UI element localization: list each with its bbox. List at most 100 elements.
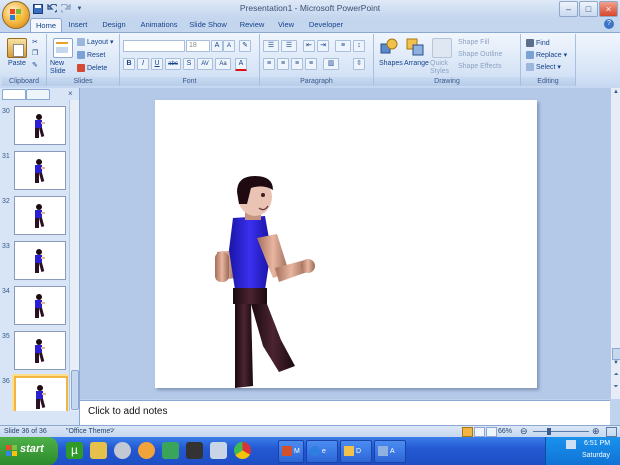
underline-button[interactable]: U bbox=[151, 58, 163, 70]
shadow-button[interactable]: S bbox=[183, 58, 195, 70]
close-button[interactable]: × bbox=[599, 1, 618, 17]
slide-thumbnail[interactable] bbox=[14, 376, 68, 411]
notes-pane[interactable]: Click to add notes bbox=[80, 400, 610, 425]
scroll-thumb[interactable] bbox=[71, 370, 79, 410]
messenger-icon[interactable] bbox=[138, 442, 155, 459]
tab-view[interactable]: View bbox=[274, 18, 298, 31]
tab-review[interactable]: Review bbox=[238, 18, 266, 31]
reset-button[interactable]: Reset bbox=[77, 51, 105, 59]
slide-thumbnail[interactable] bbox=[14, 331, 66, 370]
zoom-slider-handle[interactable] bbox=[547, 428, 551, 435]
justify-button[interactable]: ≡ bbox=[305, 58, 317, 70]
editor-scrollbar[interactable]: ▲ ▼ ⏶ ⏷ bbox=[610, 88, 620, 399]
slide-thumbnail[interactable] bbox=[14, 151, 66, 190]
slide-thumbnail[interactable] bbox=[14, 106, 66, 145]
paste-button[interactable]: Paste bbox=[8, 60, 26, 67]
zoom-slider[interactable] bbox=[533, 428, 589, 435]
tab-slide-show[interactable]: Slide Show bbox=[188, 18, 228, 31]
align-right-button[interactable]: ≡ bbox=[291, 58, 303, 70]
arrange-icon[interactable] bbox=[406, 38, 424, 56]
next-slide-icon[interactable]: ⏷ bbox=[612, 384, 620, 392]
slide-thumbnail[interactable] bbox=[14, 196, 66, 235]
shape-fill-button[interactable]: Shape Fill bbox=[458, 39, 489, 46]
network-tray-icon[interactable] bbox=[566, 440, 576, 449]
layout-button[interactable]: Layout ▾ bbox=[77, 38, 114, 47]
tab-animations[interactable]: Animations bbox=[138, 18, 180, 31]
pencil-icon[interactable] bbox=[90, 442, 107, 459]
tab-outline-pane[interactable] bbox=[26, 89, 50, 100]
align-text-button[interactable]: ⇳ bbox=[353, 58, 365, 70]
shapes-button[interactable]: Shapes bbox=[379, 60, 403, 67]
fit-to-window-icon[interactable] bbox=[606, 427, 617, 437]
zoom-in-icon[interactable]: ⊕ bbox=[592, 426, 600, 437]
numbering-button[interactable]: ☰ bbox=[281, 40, 297, 52]
bullets-button[interactable]: ☰ bbox=[263, 40, 279, 52]
grow-font-button[interactable]: A bbox=[211, 40, 223, 52]
char-spacing-button[interactable]: AV bbox=[197, 58, 213, 70]
previous-slide-icon[interactable]: ⏶ bbox=[612, 372, 620, 380]
paste-icon[interactable] bbox=[7, 38, 27, 58]
change-case-button[interactable]: Aa bbox=[215, 58, 231, 70]
bold-button[interactable]: B bbox=[123, 58, 135, 70]
maximize-button[interactable]: □ bbox=[579, 1, 598, 17]
taskbar-task-ie[interactable]: e bbox=[306, 440, 338, 463]
grid-icon[interactable] bbox=[210, 442, 227, 459]
format-painter-icon[interactable]: ✎ bbox=[32, 61, 38, 69]
zoom-level[interactable]: 66% bbox=[498, 428, 512, 435]
tab-design[interactable]: Design bbox=[100, 18, 128, 31]
increase-indent-button[interactable]: ⇥ bbox=[317, 40, 329, 52]
strikethrough-button[interactable]: abc bbox=[165, 58, 181, 70]
chrome-icon[interactable] bbox=[234, 442, 251, 459]
text-direction-button[interactable]: ↕ bbox=[353, 40, 365, 52]
normal-view-icon[interactable] bbox=[462, 427, 473, 437]
columns-button[interactable]: ▥ bbox=[323, 58, 339, 70]
quick-styles-button[interactable]: Quick Styles bbox=[430, 60, 452, 76]
start-button[interactable]: start bbox=[0, 437, 58, 465]
help-icon[interactable]: ? bbox=[604, 19, 614, 29]
scroll-thumb[interactable] bbox=[612, 348, 620, 360]
spellcheck-icon[interactable]: ✓ bbox=[110, 427, 116, 435]
new-slide-button[interactable]: New Slide bbox=[50, 60, 74, 76]
zoom-out-icon[interactable]: ⊖ bbox=[520, 426, 528, 437]
slide-thumbnail[interactable] bbox=[14, 286, 66, 325]
taskbar-task-powerpoint[interactable]: M bbox=[278, 440, 304, 463]
slide-thumbnail[interactable] bbox=[14, 241, 66, 280]
current-slide[interactable] bbox=[155, 100, 537, 388]
tab-home[interactable]: Home bbox=[30, 18, 62, 32]
media-icon[interactable] bbox=[114, 442, 131, 459]
clock-time[interactable]: 6:51 PM bbox=[584, 440, 610, 447]
delete-button[interactable]: Delete bbox=[77, 64, 107, 72]
quick-styles-icon[interactable] bbox=[432, 38, 452, 58]
font-color-button[interactable]: A bbox=[235, 58, 247, 71]
shapes-icon[interactable] bbox=[380, 38, 398, 56]
network-icon[interactable] bbox=[162, 442, 179, 459]
close-pane-icon[interactable]: × bbox=[68, 89, 73, 98]
italic-button[interactable]: I bbox=[137, 58, 149, 70]
replace-button[interactable]: Replace ▾ bbox=[526, 51, 567, 60]
scroll-up-icon[interactable]: ▲ bbox=[612, 89, 620, 97]
utorrent-icon[interactable]: µ bbox=[66, 442, 83, 459]
font-size-field[interactable]: 18 bbox=[186, 40, 210, 52]
slide-show-icon[interactable] bbox=[486, 427, 497, 437]
shape-outline-button[interactable]: Shape Outline bbox=[458, 51, 502, 58]
copy-icon[interactable]: ❐ bbox=[32, 49, 38, 57]
tab-slides-pane[interactable] bbox=[2, 89, 26, 100]
scroll-down-icon[interactable]: ▼ bbox=[612, 360, 620, 368]
thumbnail-scrollbar[interactable] bbox=[69, 100, 79, 411]
arrange-button[interactable]: Arrange bbox=[404, 60, 429, 67]
tab-insert[interactable]: Insert bbox=[64, 18, 92, 31]
line-spacing-button[interactable]: ≡ bbox=[335, 40, 351, 52]
office-button[interactable] bbox=[2, 1, 30, 29]
shrink-font-button[interactable]: A bbox=[223, 40, 235, 52]
clear-formatting-button[interactable]: ✎ bbox=[239, 40, 251, 52]
taskbar-task-window[interactable]: A bbox=[374, 440, 406, 463]
taskbar-task-folder[interactable]: D bbox=[340, 440, 372, 463]
minimize-button[interactable]: – bbox=[559, 1, 578, 17]
decrease-indent-button[interactable]: ⇤ bbox=[303, 40, 315, 52]
tab-developer[interactable]: Developer bbox=[306, 18, 346, 31]
cut-icon[interactable]: ✂ bbox=[32, 38, 38, 46]
align-center-button[interactable]: ≡ bbox=[277, 58, 289, 70]
find-button[interactable]: Find bbox=[526, 39, 550, 47]
new-slide-icon[interactable] bbox=[53, 38, 73, 58]
film-icon[interactable] bbox=[186, 442, 203, 459]
